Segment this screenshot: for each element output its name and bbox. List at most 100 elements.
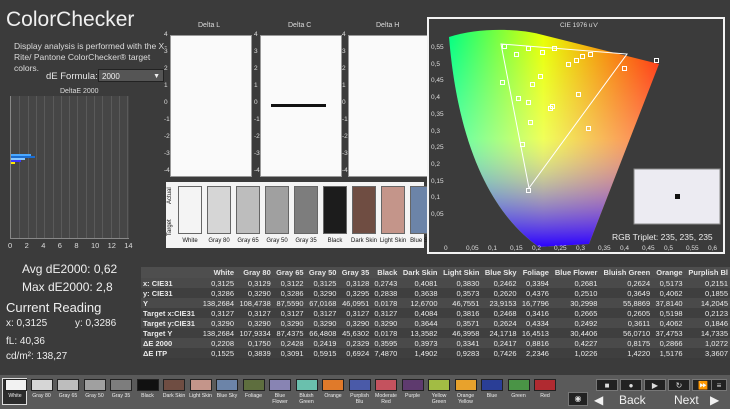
table-cell: 0,2468 (481, 308, 519, 318)
patch-label[interactable]: Foliage (241, 393, 267, 399)
table-cell: 0,4334 (518, 318, 551, 328)
patch-label[interactable]: Moderate Red (373, 393, 399, 405)
table-cell: 0,2462 (481, 278, 519, 288)
delta-tick-label: -1 (254, 116, 260, 123)
avg-de-stat: Avg dE2000: 0,62 (22, 262, 118, 276)
patch-swatch[interactable] (83, 379, 106, 391)
cie-xtick: 0,05 (466, 245, 479, 252)
table-cell: 0,4376 (518, 288, 551, 298)
record-icon[interactable]: ● (620, 379, 642, 391)
cie-xtick: 0,1 (488, 245, 498, 252)
patch-swatch[interactable] (454, 379, 477, 391)
swatch-white (178, 186, 202, 234)
table-cell: 0,3611 (599, 318, 653, 328)
cie-ytick: 0,05 (431, 211, 444, 218)
patch-label[interactable]: Orange Yellow (453, 393, 479, 405)
patch-swatch[interactable] (322, 379, 344, 391)
swatch-label: White (182, 238, 198, 244)
patch-swatch[interactable] (163, 379, 185, 391)
patch-label[interactable]: Purple (400, 393, 426, 399)
patch-label[interactable]: White (2, 393, 28, 399)
table-cell: 0,4227 (550, 338, 600, 348)
patch-label[interactable]: Bluish Green (294, 393, 320, 405)
delta-tick-label: 3 (164, 48, 168, 55)
patch-label[interactable]: Yellow Green (426, 393, 452, 405)
patch-swatch[interactable] (57, 379, 79, 391)
table-cell: 3,3607 (684, 348, 730, 358)
table-cell: 23,9153 (481, 298, 519, 308)
back-arrow-icon[interactable]: ◀ (594, 393, 603, 407)
cie-xtick: 0,5 (664, 245, 674, 252)
patch-label[interactable]: Purplish Blu (347, 393, 373, 405)
patch-swatch[interactable] (30, 379, 53, 391)
patch-label[interactable]: Blue Sky (214, 393, 240, 399)
swatch-label: Black (327, 238, 343, 244)
delta-tick-label: -2 (342, 133, 348, 140)
actual-label: Actual (167, 187, 173, 204)
patch-label[interactable]: Red (532, 393, 558, 399)
next-button[interactable]: Next (674, 393, 699, 407)
patch-swatch[interactable] (242, 379, 265, 391)
patch-label[interactable]: Dark Skin (161, 393, 187, 399)
patch-swatch[interactable] (110, 379, 132, 391)
table-cell: 0,2492 (550, 318, 600, 328)
delta-e-histogram (10, 96, 129, 239)
table-cell: 0,3290 (199, 318, 237, 328)
patch-swatch[interactable] (295, 379, 318, 391)
swatch-light-skin (381, 186, 405, 234)
delta-tick-label: 3 (342, 48, 346, 55)
patch-swatch[interactable] (216, 379, 238, 391)
table-cell: 0,3127 (371, 308, 400, 318)
table-cell: 7,4870 (371, 348, 400, 358)
camera-icon[interactable]: ◉ (568, 392, 588, 406)
next-arrow-icon[interactable]: ▶ (710, 393, 719, 407)
patch-swatch[interactable] (401, 379, 424, 391)
patch-label[interactable]: Orange (320, 393, 346, 399)
patch-label[interactable]: Green (506, 393, 532, 399)
play-icon[interactable]: ▶ (644, 379, 666, 391)
patch-swatch[interactable] (348, 379, 371, 391)
patch-label[interactable]: Gray 65 (55, 393, 81, 399)
table-cell: 30,2998 (550, 298, 600, 308)
table-cell: 0,2620 (481, 288, 519, 298)
patch-swatch[interactable] (507, 379, 530, 391)
patch-swatch[interactable] (5, 379, 27, 391)
back-button[interactable]: Back (619, 393, 646, 407)
delta-c-bar (271, 104, 326, 107)
delta-tick-label: 2 (254, 65, 258, 72)
patch-label[interactable]: Blue Flower (267, 393, 293, 405)
patch-swatch[interactable] (189, 379, 212, 391)
patch-label[interactable]: Black (135, 393, 161, 399)
cie-point (528, 120, 533, 125)
delta-tick-label: 1 (164, 82, 168, 89)
menu-icon[interactable]: ≡ (711, 379, 727, 391)
patch-swatch[interactable] (534, 379, 556, 391)
stop-icon[interactable]: ■ (596, 379, 618, 391)
table-cell: 0,3290 (272, 318, 306, 328)
hist-tick-label: 12 (107, 241, 116, 250)
patch-label[interactable]: Blue (479, 393, 505, 399)
patch-swatch[interactable] (136, 379, 159, 391)
patch-label[interactable]: Gray 80 (29, 393, 55, 399)
row-header: Target Y (141, 328, 200, 338)
hist-gridline (127, 96, 129, 238)
patch-swatch[interactable] (269, 379, 291, 391)
hist-tick-label: 6 (57, 241, 62, 250)
patch-swatch[interactable] (375, 379, 397, 391)
delta-tick-label: -2 (164, 133, 170, 140)
formula-select[interactable]: 2000 ▼ (98, 69, 164, 82)
cie-xtick: 0,35 (598, 245, 611, 252)
patch-swatch[interactable] (428, 379, 450, 391)
row-header: y: CIE31 (141, 288, 200, 298)
table-row: Target x:CIE31 0,3127 0,3127 0,3127 0,3127 0,… (141, 308, 730, 318)
patch-label[interactable]: Gray 35 (108, 393, 134, 399)
table-cell: 0,3286 (199, 288, 237, 298)
hist-gridline (52, 96, 54, 238)
cie-ytick: 0,25 (431, 144, 444, 152)
patch-label[interactable]: Gray 50 (82, 393, 108, 399)
patch-label[interactable]: Light Skin (188, 393, 214, 399)
patch-swatch[interactable] (481, 379, 503, 391)
loop-icon[interactable]: ↻ (668, 379, 690, 391)
hist-gridline (35, 96, 37, 238)
table-header: Purplish Bl (684, 267, 730, 278)
